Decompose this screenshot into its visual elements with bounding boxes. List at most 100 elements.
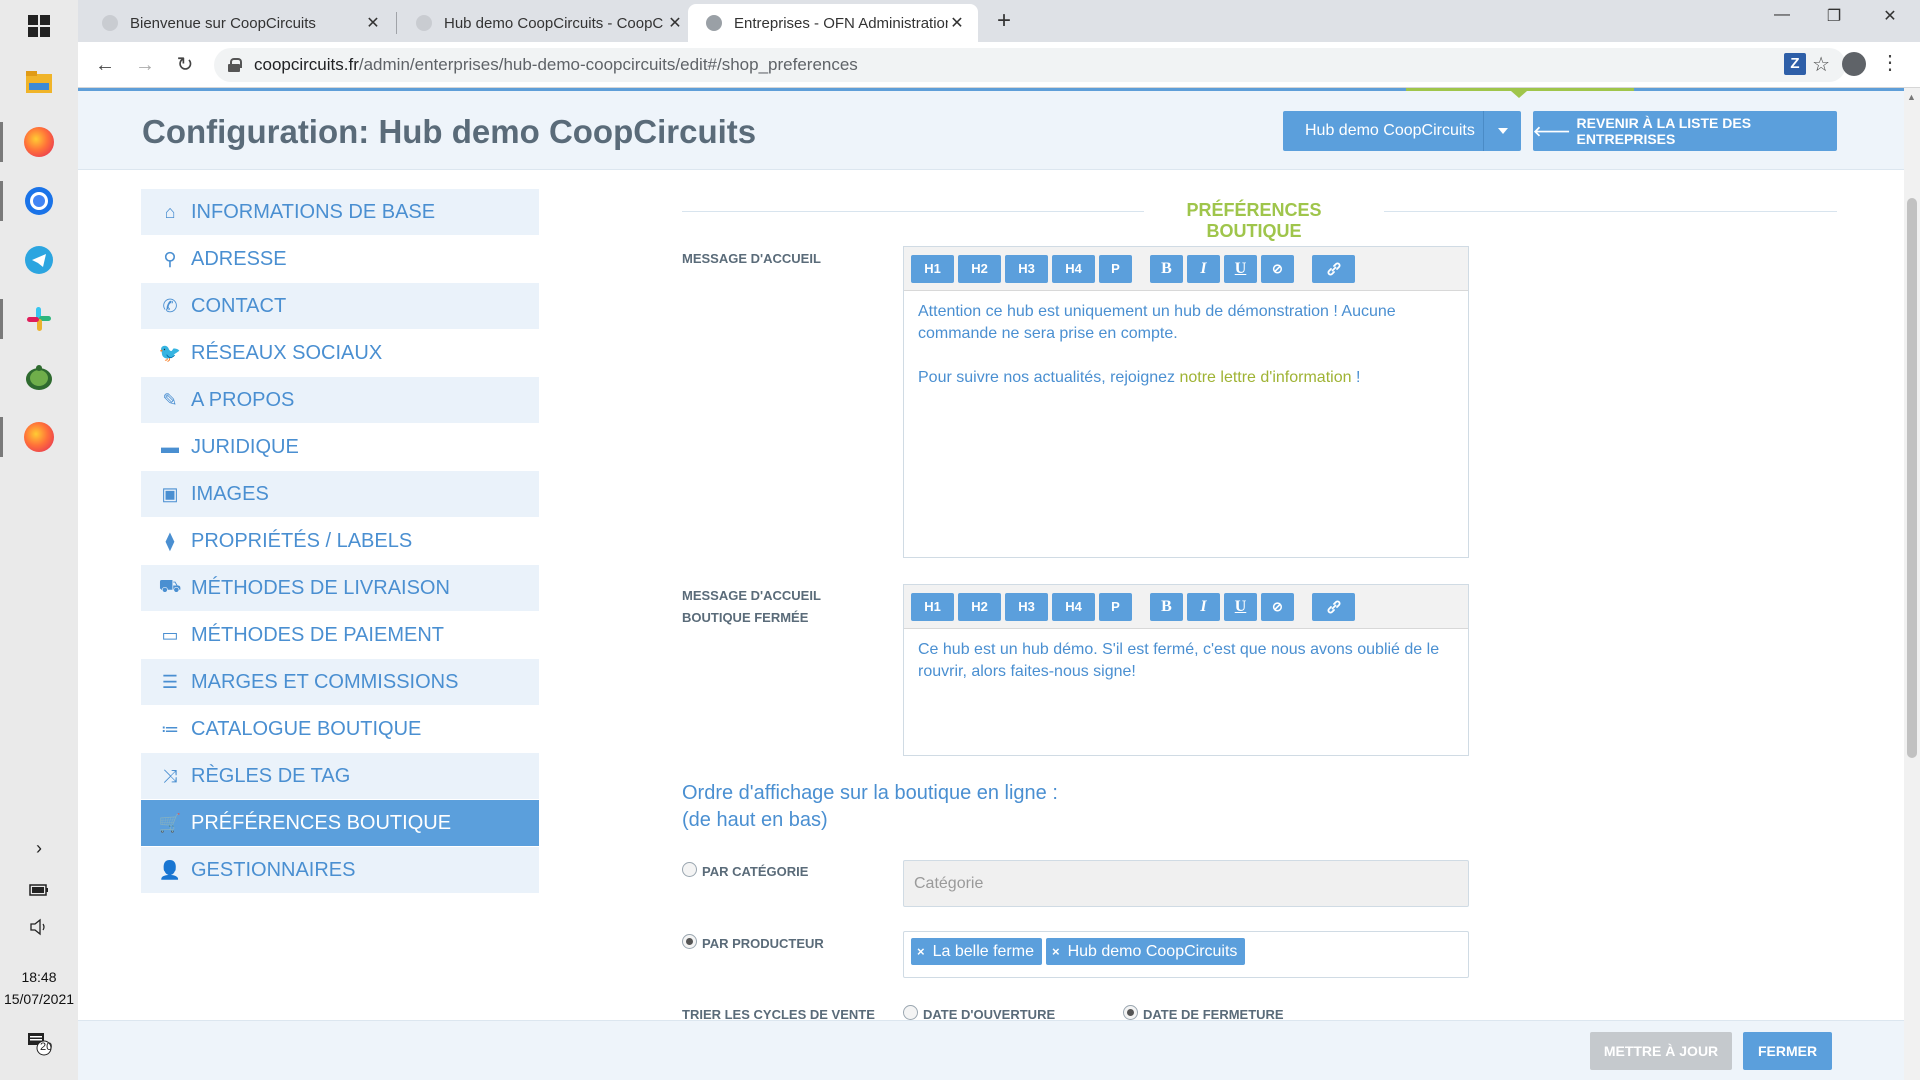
clear-format-button[interactable]: ⊘ xyxy=(1261,254,1294,283)
reload-icon[interactable]: ↻ xyxy=(170,50,200,80)
minimize-icon[interactable]: — xyxy=(1766,6,1798,24)
closed-paragraph: Ce hub est un hub démo. S'il est fermé, … xyxy=(918,641,1440,680)
radio-par-producteur-label[interactable]: PAR PRODUCTEUR xyxy=(702,936,824,951)
zotero-extension-icon[interactable]: Z xyxy=(1784,53,1806,75)
close-button[interactable]: FERMER xyxy=(1743,1032,1832,1070)
producer-tags-input[interactable]: × La belle ferme × Hub demo CoopCircuits xyxy=(903,931,1469,978)
scrollbar-thumb[interactable] xyxy=(1907,198,1917,758)
menu-kebab-icon[interactable]: ⋮ xyxy=(1880,50,1900,75)
italic-button[interactable]: I xyxy=(1187,254,1220,283)
tab-bienvenue[interactable]: Bienvenue sur CoopCircuits ✕ xyxy=(84,4,394,42)
category-input[interactable]: Catégorie xyxy=(903,860,1469,907)
radio-date-ouverture[interactable] xyxy=(903,1005,918,1020)
p-button[interactable]: P xyxy=(1099,592,1132,621)
closed-message-editor[interactable]: H1 H2 H3 H4 P B I U ⊘ Ce hub est un hub … xyxy=(903,584,1469,756)
url-host: coopcircuits.fr xyxy=(254,55,359,74)
bold-button[interactable]: B xyxy=(1150,254,1183,283)
menu-item-proprietes-labels[interactable]: ⧫ PROPRIÉTÉS / LABELS xyxy=(141,518,539,565)
turtle-app-icon[interactable] xyxy=(21,360,57,396)
h2-button[interactable]: H2 xyxy=(958,254,1001,283)
radio-par-categorie[interactable] xyxy=(682,862,697,877)
taskbar-time[interactable]: 18:48 xyxy=(0,966,78,988)
underline-button[interactable]: U xyxy=(1224,592,1257,621)
menu-item-contact[interactable]: ✆ CONTACT xyxy=(141,283,539,330)
menu-item-images[interactable]: ▣ IMAGES xyxy=(141,471,539,518)
back-arrow-icon[interactable]: ← xyxy=(90,50,120,80)
newsletter-link[interactable]: notre lettre d'information xyxy=(1179,369,1351,386)
url-input[interactable]: coopcircuits.fr/admin/enterprises/hub-de… xyxy=(214,48,1846,82)
menu-item-label: JURIDIQUE xyxy=(191,435,299,458)
windows-start-icon[interactable] xyxy=(21,8,57,44)
link-button[interactable] xyxy=(1312,592,1355,621)
h1-button[interactable]: H1 xyxy=(911,254,954,283)
p-button[interactable]: P xyxy=(1099,254,1132,283)
update-button[interactable]: METTRE À JOUR xyxy=(1590,1032,1732,1070)
tab-entreprises[interactable]: Entreprises - OFN Administration ✕ xyxy=(688,4,978,42)
hub-select-dropdown[interactable]: Hub demo CoopCircuits xyxy=(1283,111,1521,151)
clear-format-button[interactable]: ⊘ xyxy=(1261,592,1294,621)
credit-card-icon: ☰ xyxy=(161,671,179,692)
scroll-up-icon[interactable]: ▲ xyxy=(1907,92,1916,102)
file-explorer-icon[interactable] xyxy=(21,64,57,100)
menu-item-marges-commissions[interactable]: ☰ MARGES ET COMMISSIONS xyxy=(141,659,539,706)
page-scrollbar[interactable]: ▲ xyxy=(1904,88,1920,1080)
h2-button[interactable]: H2 xyxy=(958,592,1001,621)
menu-item-label: GESTIONNAIRES xyxy=(191,858,356,881)
menu-item-gestionnaires[interactable]: 👤 GESTIONNAIRES xyxy=(141,847,539,894)
volume-icon[interactable] xyxy=(0,918,78,941)
tab-hub-demo[interactable]: Hub demo CoopCircuits - CoopC ✕ xyxy=(398,4,696,42)
h1-button[interactable]: H1 xyxy=(911,592,954,621)
h4-button[interactable]: H4 xyxy=(1052,254,1095,283)
chevron-right-icon[interactable]: › xyxy=(0,838,78,859)
radio-par-categorie-label[interactable]: PAR CATÉGORIE xyxy=(702,864,808,879)
chrome-icon[interactable] xyxy=(21,183,57,219)
radio-date-fermeture[interactable] xyxy=(1123,1005,1138,1020)
profile-icon[interactable] xyxy=(1842,52,1866,76)
notifications-icon[interactable]: 20 xyxy=(0,1030,78,1061)
italic-button[interactable]: I xyxy=(1187,592,1220,621)
bookmark-star-icon[interactable]: ☆ xyxy=(1812,52,1830,77)
radio-par-producteur[interactable] xyxy=(682,934,697,949)
firefox-2-icon[interactable] xyxy=(21,419,57,455)
window-close-icon[interactable]: ✕ xyxy=(1874,6,1906,26)
lock-icon[interactable] xyxy=(228,58,242,72)
menu-item-informations[interactable]: ⌂ INFORMATIONS DE BASE xyxy=(141,189,539,236)
remove-tag-icon[interactable]: × xyxy=(917,944,925,959)
menu-item-reseaux-sociaux[interactable]: 🐦 RÉSEAUX SOCIAUX xyxy=(141,330,539,377)
caret-down-icon[interactable] xyxy=(1483,111,1521,151)
close-icon[interactable]: ✕ xyxy=(948,13,966,33)
menu-item-regles-tag[interactable]: ⤨ RÈGLES DE TAG xyxy=(141,753,539,800)
bold-button[interactable]: B xyxy=(1150,592,1183,621)
back-to-list-button[interactable]: 🡐 REVENIR À LA LISTE DES ENTREPRISES xyxy=(1533,111,1837,151)
h3-button[interactable]: H3 xyxy=(1005,592,1048,621)
close-icon[interactable]: ✕ xyxy=(364,13,382,33)
welcome-message-content[interactable]: Attention ce hub est uniquement un hub d… xyxy=(904,291,1468,421)
new-tab-button[interactable]: + xyxy=(988,6,1020,38)
firefox-icon[interactable] xyxy=(21,124,57,160)
menu-item-methodes-livraison[interactable]: ⛟ MÉTHODES DE LIVRAISON xyxy=(141,565,539,612)
closed-message-content[interactable]: Ce hub est un hub démo. S'il est fermé, … xyxy=(904,629,1468,715)
taskbar-date[interactable]: 15/07/2021 xyxy=(0,988,78,1010)
restore-icon[interactable]: ❐ xyxy=(1818,6,1850,26)
forward-arrow-icon[interactable]: → xyxy=(130,50,160,80)
side-menu: ⌂ INFORMATIONS DE BASE ⚲ ADRESSE ✆ CONTA… xyxy=(141,189,539,894)
close-icon[interactable]: ✕ xyxy=(666,13,684,33)
tab-title: Bienvenue sur CoopCircuits xyxy=(130,14,316,32)
h3-button[interactable]: H3 xyxy=(1005,254,1048,283)
menu-item-juridique[interactable]: ▬ JURIDIQUE xyxy=(141,424,539,471)
remove-tag-icon[interactable]: × xyxy=(1052,944,1060,959)
battery-icon[interactable] xyxy=(0,880,78,901)
slack-icon[interactable] xyxy=(21,301,57,337)
welcome-message-editor[interactable]: H1 H2 H3 H4 P B I U ⊘ Attention ce hub e… xyxy=(903,246,1469,558)
arrow-left-icon: 🡐 xyxy=(1533,122,1571,139)
h4-button[interactable]: H4 xyxy=(1052,592,1095,621)
menu-item-label: RÉSEAUX SOCIAUX xyxy=(191,341,383,364)
menu-item-catalogue-boutique[interactable]: ≔ CATALOGUE BOUTIQUE xyxy=(141,706,539,753)
menu-item-methodes-paiement[interactable]: ▭ MÉTHODES DE PAIEMENT xyxy=(141,612,539,659)
menu-item-preferences-boutique[interactable]: 🛒 PRÉFÉRENCES BOUTIQUE xyxy=(141,800,539,847)
link-button[interactable] xyxy=(1312,254,1355,283)
menu-item-a-propos[interactable]: ✎ A PROPOS xyxy=(141,377,539,424)
menu-item-adresse[interactable]: ⚲ ADRESSE xyxy=(141,236,539,283)
underline-button[interactable]: U xyxy=(1224,254,1257,283)
telegram-icon[interactable] xyxy=(21,242,57,278)
